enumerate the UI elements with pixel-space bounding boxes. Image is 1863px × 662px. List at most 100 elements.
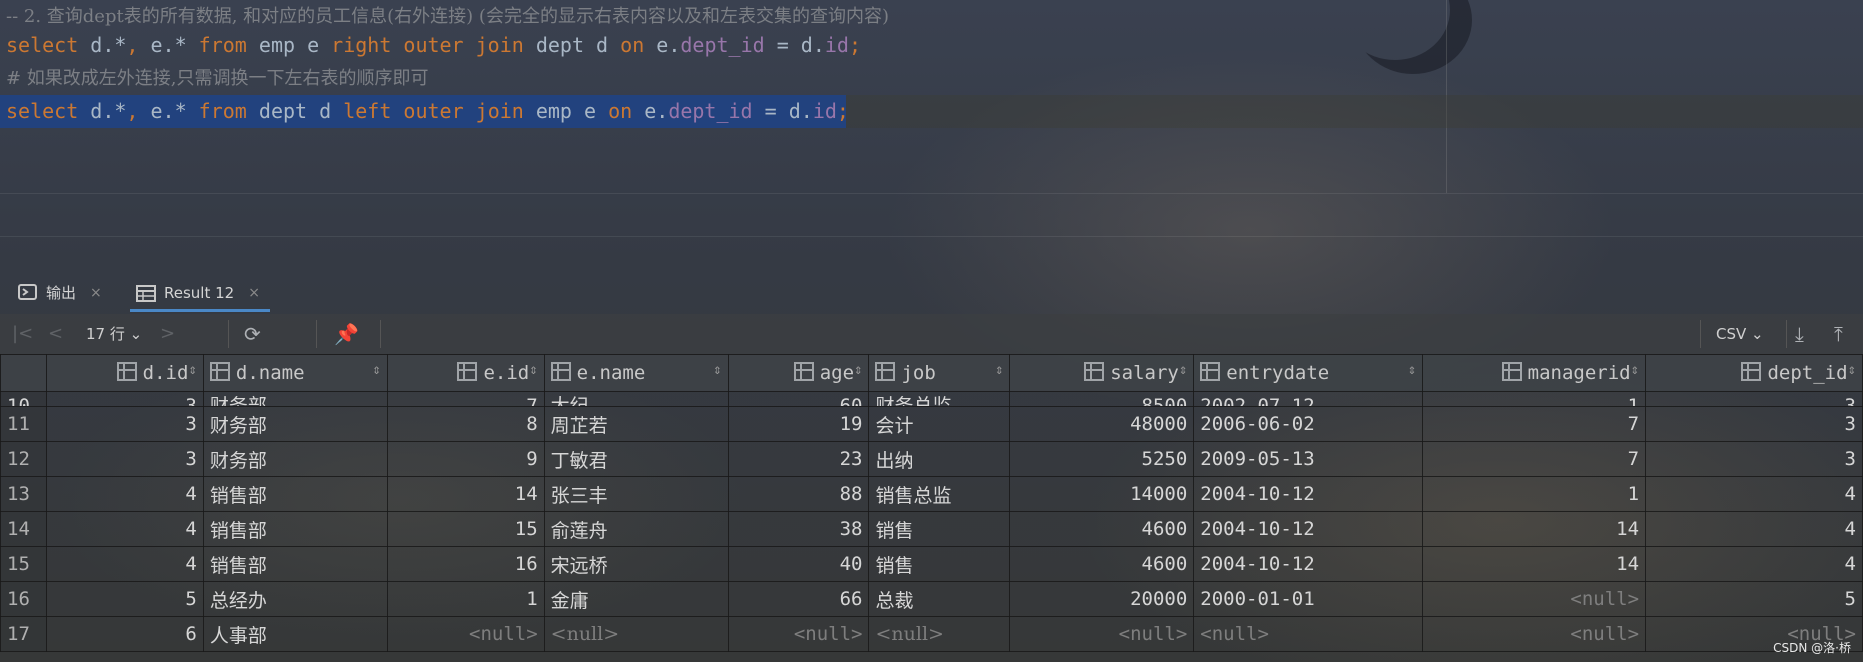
upload-icon[interactable]: ⤒: [1834, 314, 1843, 354]
table-cell[interactable]: 俞莲舟: [543, 511, 729, 547]
table-cell[interactable]: 16: [386, 546, 545, 582]
table-cell[interactable]: 38: [727, 511, 870, 547]
table-cell[interactable]: 3: [45, 391, 204, 407]
table-row[interactable]: 12 3 财务部 9 丁敏君 23 出纳 5250 2009-05-13 7 3: [0, 441, 1863, 477]
table-cell[interactable]: 张三丰: [543, 476, 729, 512]
table-cell[interactable]: 14: [1422, 546, 1647, 582]
table-cell[interactable]: 2000-01-01: [1193, 581, 1424, 617]
table-cell[interactable]: 4: [45, 476, 204, 512]
sort-icon[interactable]: ⇕: [1848, 362, 1856, 378]
table-cell[interactable]: 88: [727, 476, 870, 512]
table-cell[interactable]: <null>: [1193, 616, 1424, 652]
table-cell[interactable]: 6: [45, 616, 204, 652]
prev-page-icon[interactable]: <: [48, 314, 63, 354]
table-cell[interactable]: 14000: [1009, 476, 1195, 512]
table-cell[interactable]: 8: [386, 406, 545, 442]
sort-icon[interactable]: ⇕: [372, 362, 380, 378]
table-cell[interactable]: 7: [1422, 406, 1647, 442]
table-cell[interactable]: <null>: [1009, 616, 1195, 652]
table-cell[interactable]: 销售部: [202, 511, 388, 547]
table-cell[interactable]: 财务部: [202, 406, 388, 442]
table-cell[interactable]: 3: [1645, 391, 1863, 407]
column-header-entrydate[interactable]: entrydate ⇕: [1193, 354, 1424, 392]
table-cell[interactable]: 1: [386, 581, 545, 617]
column-header-e-id[interactable]: e.id ⇕: [386, 354, 545, 392]
table-cell[interactable]: <null>: [543, 616, 729, 652]
table-cell[interactable]: 15: [386, 511, 545, 547]
table-cell[interactable]: <null>: [386, 616, 545, 652]
table-cell[interactable]: 大纪: [543, 391, 729, 407]
column-header-job[interactable]: job ⇕: [868, 354, 1011, 392]
result-grid[interactable]: d.id ⇕ d.name ⇕ e.id ⇕ e.name ⇕ age ⇕ jo…: [0, 354, 1863, 662]
table-cell[interactable]: 3: [1645, 406, 1863, 442]
table-row[interactable]: 13 4 销售部 14 张三丰 88 销售总监 14000 2004-10-12 1 4: [0, 476, 1863, 512]
tab-output[interactable]: 输出 ×: [18, 274, 102, 312]
table-cell[interactable]: 销售: [868, 511, 1011, 547]
close-icon[interactable]: ×: [90, 274, 102, 312]
table-cell[interactable]: 财务总监: [868, 391, 1011, 407]
column-header-d-name[interactable]: d.name ⇕: [202, 354, 388, 392]
table-cell[interactable]: 8500: [1009, 391, 1195, 407]
table-cell[interactable]: 2006-06-02: [1193, 406, 1424, 442]
table-cell[interactable]: 1: [1422, 476, 1647, 512]
table-cell[interactable]: 4: [1645, 546, 1863, 582]
table-row[interactable]: 14 4 销售部 15 俞莲舟 38 销售 4600 2004-10-12 14 4: [0, 511, 1863, 547]
table-cell[interactable]: 总经办: [202, 581, 388, 617]
table-cell[interactable]: 2004-10-12: [1193, 476, 1424, 512]
table-cell[interactable]: 出纳: [868, 441, 1011, 477]
sort-icon[interactable]: ⇕: [854, 362, 862, 378]
sort-icon[interactable]: ⇕: [529, 362, 537, 378]
table-cell[interactable]: 66: [727, 581, 870, 617]
refresh-icon[interactable]: ⟳: [244, 314, 261, 354]
code-line-left-join[interactable]: select d.*, e.* from dept d left outer j…: [0, 95, 849, 128]
table-cell[interactable]: 3: [45, 441, 204, 477]
column-header-e-name[interactable]: e.name ⇕: [543, 354, 729, 392]
table-cell[interactable]: 周芷若: [543, 406, 729, 442]
first-page-icon[interactable]: |<: [12, 314, 33, 354]
table-cell[interactable]: 销售: [868, 546, 1011, 582]
table-cell[interactable]: 总裁: [868, 581, 1011, 617]
table-cell[interactable]: 财务部: [202, 391, 388, 407]
tab-result-12[interactable]: Result 12 ×: [130, 274, 270, 312]
table-cell[interactable]: 4: [45, 546, 204, 582]
table-cell[interactable]: 5: [45, 581, 204, 617]
table-cell[interactable]: <null>: [727, 616, 870, 652]
table-row[interactable]: 15 4 销售部 16 宋远桥 40 销售 4600 2004-10-12 14 4: [0, 546, 1863, 582]
table-row-partial[interactable]: 10 3 财务部 7 大纪 60 财务总监 8500 2002-07-12 1 …: [0, 391, 1863, 407]
table-cell[interactable]: 会计: [868, 406, 1011, 442]
pin-icon[interactable]: 📌: [334, 314, 359, 354]
table-cell[interactable]: 4: [1645, 476, 1863, 512]
table-cell[interactable]: <null>: [1422, 581, 1647, 617]
table-cell[interactable]: 20000: [1009, 581, 1195, 617]
sort-icon[interactable]: ⇕: [1408, 362, 1416, 378]
export-format-dropdown[interactable]: CSV ⌄: [1716, 314, 1764, 354]
code-line-right-join[interactable]: select d.*, e.* from emp e right outer j…: [0, 29, 861, 62]
table-cell[interactable]: 3: [1645, 441, 1863, 477]
column-header-salary[interactable]: salary ⇕: [1009, 354, 1195, 392]
row-count-dropdown[interactable]: 17 行 ⌄: [86, 314, 142, 354]
table-cell[interactable]: 宋远桥: [543, 546, 729, 582]
table-cell[interactable]: 5: [1645, 581, 1863, 617]
table-cell[interactable]: 丁敏君: [543, 441, 729, 477]
table-cell[interactable]: 销售部: [202, 546, 388, 582]
table-cell[interactable]: 4: [45, 511, 204, 547]
column-header-age[interactable]: age ⇕: [727, 354, 870, 392]
table-cell[interactable]: 60: [727, 391, 870, 407]
column-header-managerid[interactable]: managerid ⇕: [1422, 354, 1647, 392]
sort-icon[interactable]: ⇕: [1179, 362, 1187, 378]
table-cell[interactable]: 销售总监: [868, 476, 1011, 512]
column-header-d-id[interactable]: d.id ⇕: [45, 354, 204, 392]
sort-icon[interactable]: ⇕: [1631, 362, 1639, 378]
table-cell[interactable]: 销售部: [202, 476, 388, 512]
table-cell[interactable]: 48000: [1009, 406, 1195, 442]
table-cell[interactable]: 9: [386, 441, 545, 477]
table-cell[interactable]: 2002-07-12: [1193, 391, 1424, 407]
table-cell[interactable]: <null>: [1422, 616, 1647, 652]
table-cell[interactable]: 19: [727, 406, 870, 442]
table-cell[interactable]: 23: [727, 441, 870, 477]
sort-icon[interactable]: ⇕: [995, 362, 1003, 378]
sql-editor[interactable]: -- 2. 查询dept表的所有数据, 和对应的员工信息(右外连接) (会完全的…: [0, 0, 1863, 280]
table-cell[interactable]: 40: [727, 546, 870, 582]
table-row[interactable]: 16 5 总经办 1 金庸 66 总裁 20000 2000-01-01 <null> 5: [0, 581, 1863, 617]
table-cell[interactable]: <null>: [868, 616, 1011, 652]
